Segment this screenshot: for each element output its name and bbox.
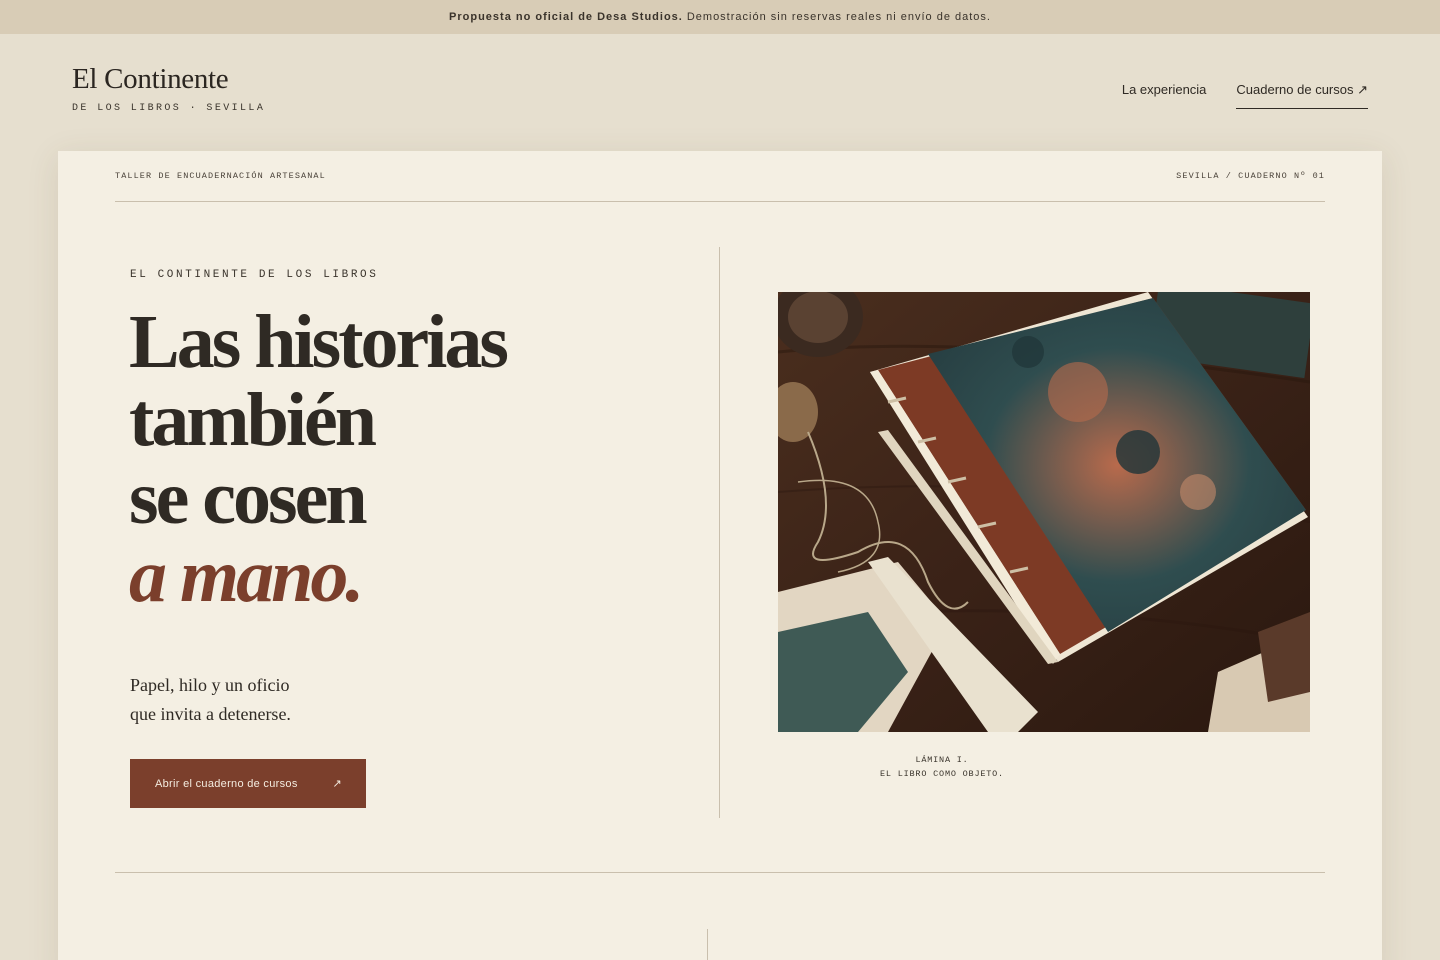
caption-line-2: EL LIBRO COMO OBJETO. (880, 769, 1004, 779)
book-illustration (778, 292, 1310, 732)
main-nav: La experiencia Cuaderno de cursos ↗ (1122, 82, 1368, 109)
hero-headline: Las historias también se cosen a mano. (129, 303, 649, 615)
open-course-notebook-button[interactable]: Abrir el cuaderno de cursos ↗ (130, 759, 366, 808)
lead-line-1: Papel, hilo y un oficio (130, 675, 290, 695)
caption-line-1: LÁMINA I. (915, 755, 969, 765)
demo-banner-bold: Propuesta no oficial de Desa Studios. (449, 11, 683, 23)
hero-card: TALLER DE ENCUADERNACIÓN ARTESANAL SEVIL… (58, 151, 1382, 960)
cta-label: Abrir el cuaderno de cursos (155, 777, 298, 790)
vertical-divider (707, 929, 708, 960)
demo-banner-text: Demostración sin reservas reales ni enví… (686, 11, 991, 23)
headline-accent: a mano. (129, 534, 364, 618)
headline-line-3: se cosen (129, 456, 368, 540)
hero-photo-book (778, 292, 1310, 732)
brand-name: El Continente (72, 63, 229, 95)
hero-meta-right: SEVILLA / CUADERNO Nº 01 (1176, 171, 1325, 181)
hero-meta-row: TALLER DE ENCUADERNACIÓN ARTESANAL SEVIL… (115, 171, 1325, 181)
lead-line-2: que invita a detenerse. (130, 704, 291, 724)
arrow-up-right-icon: ↗ (332, 778, 342, 790)
photo-caption: LÁMINA I. EL LIBRO COMO OBJETO. (842, 753, 1042, 781)
nav-link-experiencia[interactable]: La experiencia (1122, 82, 1207, 107)
hero-meta-left: TALLER DE ENCUADERNACIÓN ARTESANAL (115, 171, 326, 181)
nav-link-cuaderno[interactable]: Cuaderno de cursos ↗ (1236, 82, 1368, 109)
brand-subtitle: DE LOS LIBROS · SEVILLA (72, 103, 266, 114)
divider (115, 201, 1325, 202)
headline-line-1: Las historias (129, 300, 509, 384)
demo-banner: Propuesta no oficial de Desa Studios. De… (0, 0, 1440, 34)
hero-eyebrow: EL CONTINENTE DE LOS LIBROS (130, 269, 379, 281)
divider (115, 872, 1325, 873)
brand-logo[interactable]: El Continente DE LOS LIBROS · SEVILLA (72, 63, 265, 114)
hero-lead: Papel, hilo y un oficio que invita a det… (130, 671, 430, 729)
headline-line-2: también (129, 378, 377, 462)
vertical-divider (719, 247, 720, 818)
